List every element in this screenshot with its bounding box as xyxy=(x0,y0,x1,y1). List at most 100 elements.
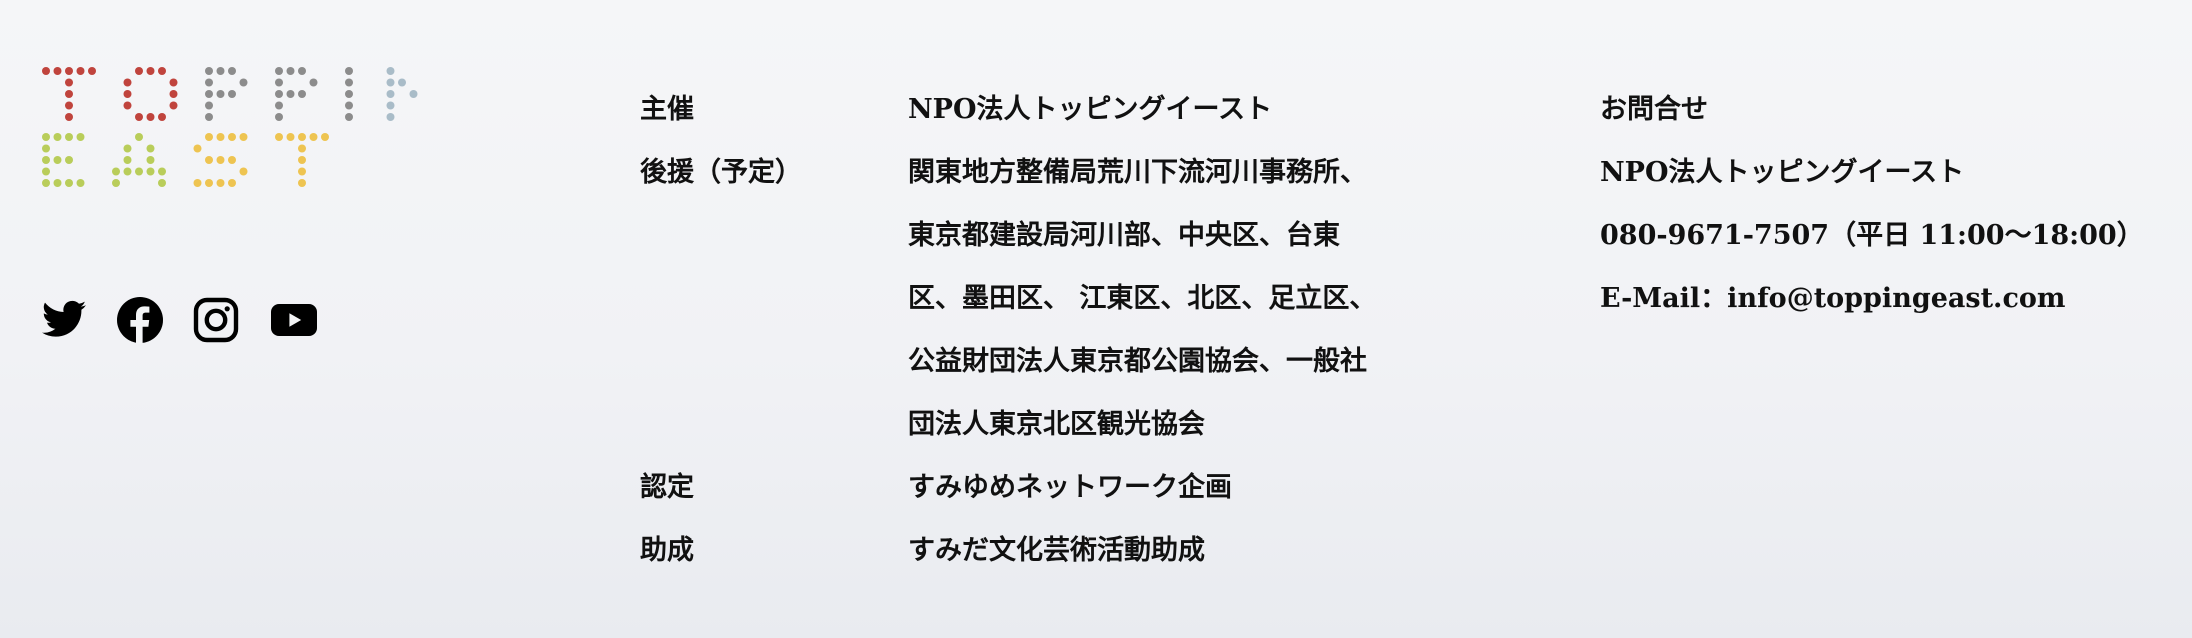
logo-dot xyxy=(123,78,132,87)
logo-dot xyxy=(216,67,225,75)
logo-dot xyxy=(205,101,213,110)
logo-dot xyxy=(275,113,283,121)
logo-dot xyxy=(205,113,213,121)
logo-dot xyxy=(239,78,248,87)
info-row: 認定 すみゆめネットワーク企画 xyxy=(640,456,1468,519)
logo-dot xyxy=(65,133,73,141)
logo-dot xyxy=(76,179,85,187)
logo-dot xyxy=(275,67,283,75)
logo-dot xyxy=(228,133,236,141)
logo-dot xyxy=(321,133,329,141)
info-value-line: NPO法人トッピングイースト xyxy=(908,94,1273,125)
logo-dot xyxy=(135,167,143,176)
topping-east-logo[interactable] xyxy=(40,65,420,195)
logo-dot xyxy=(146,167,155,176)
logo-dot xyxy=(286,133,295,141)
logo-dot xyxy=(123,90,132,98)
logo-dot xyxy=(88,67,96,75)
info-label: 主催 xyxy=(640,94,694,125)
logo-dot xyxy=(42,179,50,187)
info-value: すみだ文化芸術活動助成 xyxy=(908,519,1468,582)
instagram-icon[interactable] xyxy=(192,296,240,344)
logo-dot xyxy=(53,156,62,164)
info-value-line: 団法人東京北区観光協会 xyxy=(908,409,1205,440)
logo-dot xyxy=(298,167,306,176)
logo-dot xyxy=(65,67,73,75)
info-value: NPO法人トッピングイースト xyxy=(908,78,1468,141)
logo-dot xyxy=(42,167,50,176)
logo-dot xyxy=(205,133,213,141)
logo-dot xyxy=(386,67,395,75)
logo-dot xyxy=(298,67,306,75)
logo-dot xyxy=(345,78,353,87)
logo-dot xyxy=(216,156,225,164)
youtube-icon[interactable] xyxy=(268,296,317,344)
contact-phone[interactable]: 080-9671-7507（平日 11:00〜18:00） xyxy=(1600,204,2144,267)
info-row: 主催 NPO法人トッピングイースト xyxy=(640,78,1468,141)
logo-dot xyxy=(42,144,50,153)
logo-dot xyxy=(286,90,295,98)
social-links xyxy=(40,296,317,344)
logo-dot xyxy=(65,113,73,121)
logo-dot xyxy=(298,179,306,187)
logo-dot xyxy=(146,67,155,75)
logo-dot xyxy=(123,167,132,176)
logo-dot xyxy=(193,179,202,187)
logo-dot xyxy=(169,90,178,98)
info-value: 関東地方整備局荒川下流河川事務所、 東京都建設局河川部、中央区、台東 区、墨田区、 … xyxy=(908,141,1468,456)
logo-dot xyxy=(216,133,225,141)
logo-dot xyxy=(228,90,236,98)
logo-dot xyxy=(169,78,178,87)
logo-dot xyxy=(146,156,155,164)
logo-dot xyxy=(123,144,132,153)
logo-dot xyxy=(345,101,353,110)
contact-organization: NPO法人トッピングイースト xyxy=(1600,157,1965,188)
logo-dot xyxy=(228,67,236,75)
logo-dot xyxy=(386,78,395,87)
logo-dot xyxy=(42,156,50,164)
logo-dot xyxy=(65,101,73,110)
info-value-line: すみだ文化芸術活動助成 xyxy=(908,535,1205,566)
logo-dot xyxy=(205,179,213,187)
logo-dot xyxy=(205,90,213,98)
logo-dot xyxy=(298,156,306,164)
logo-dot xyxy=(158,179,166,187)
logo-dot xyxy=(146,113,155,121)
logo-dot xyxy=(398,78,406,87)
logo-dot xyxy=(42,133,50,141)
contact-section: お問合せ NPO法人トッピングイースト 080-9671-7507（平日 11:… xyxy=(1600,78,2144,330)
facebook-icon[interactable] xyxy=(116,296,164,344)
logo-dot xyxy=(53,133,62,141)
info-row: 後援（予定） 関東地方整備局荒川下流河川事務所、 東京都建設局河川部、中央区、台東区… xyxy=(640,141,1468,456)
logo-dot xyxy=(135,67,143,75)
logo-dot xyxy=(345,113,353,121)
logo-dot xyxy=(205,78,213,87)
contact-heading: お問合せ xyxy=(1600,94,1708,125)
contact-email[interactable]: E-Mail：info@toppingeast.com xyxy=(1600,267,2144,330)
logo-dot xyxy=(228,179,236,187)
logo-dot xyxy=(345,67,353,75)
logo-dot xyxy=(286,67,295,75)
logo-dot xyxy=(158,67,166,75)
logo-dot xyxy=(112,179,120,187)
logo-dot xyxy=(275,78,283,87)
logo-dot xyxy=(76,133,85,141)
logo-dot xyxy=(205,67,213,75)
info-label: 助成 xyxy=(640,535,694,566)
logo-dot xyxy=(135,133,143,141)
logo-dot xyxy=(386,101,395,110)
logo-dot xyxy=(65,90,73,98)
logo-dot xyxy=(386,113,395,121)
logo-dot xyxy=(65,78,73,87)
info-value-line: 公益財団法人東京都公園協会、一般社 xyxy=(908,346,1367,377)
info-label: 認定 xyxy=(640,472,694,503)
logo-dot xyxy=(42,67,50,75)
logo-dot xyxy=(216,179,225,187)
twitter-icon[interactable] xyxy=(40,296,88,344)
logo-dot xyxy=(123,101,132,110)
info-row: 助成 すみだ文化芸術活動助成 xyxy=(640,519,1468,582)
logo-dot xyxy=(309,78,318,87)
logo-dot xyxy=(409,90,418,98)
logo-dot xyxy=(309,133,318,141)
logo-dot xyxy=(53,179,62,187)
